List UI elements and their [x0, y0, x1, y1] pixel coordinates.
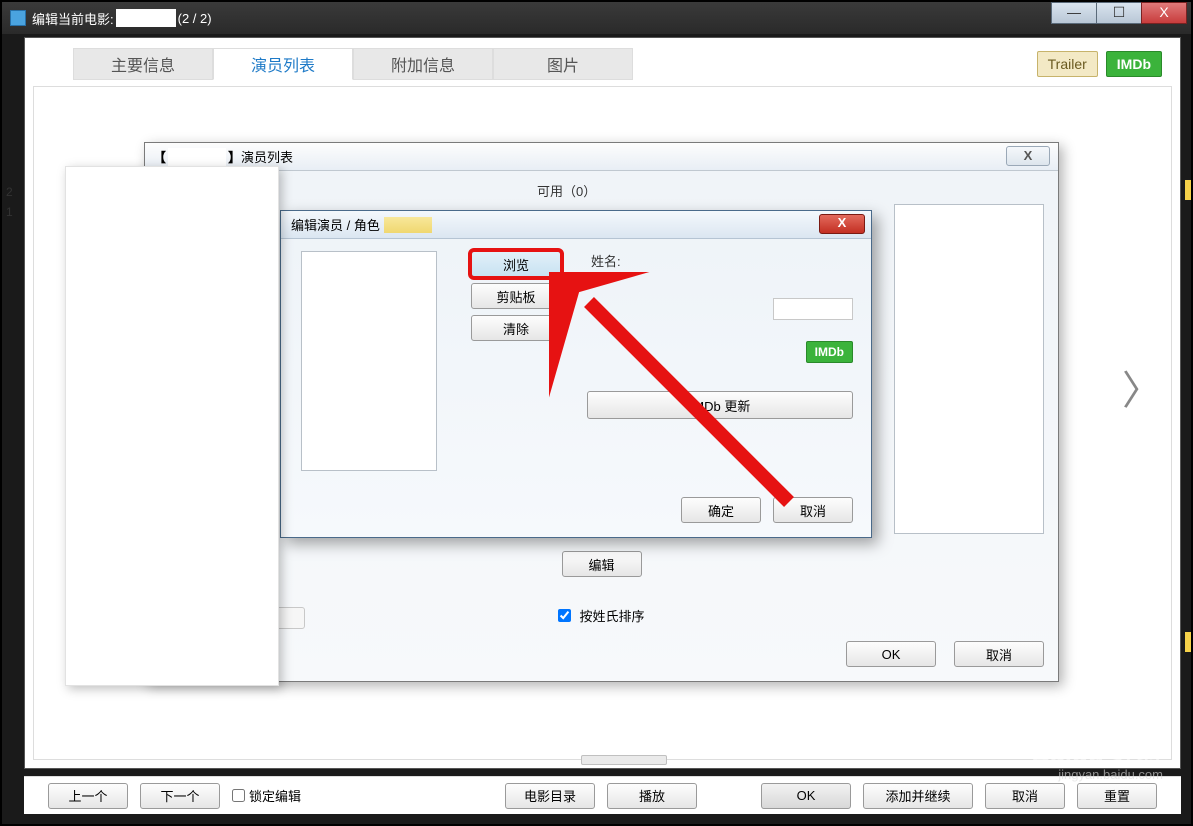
cast-dialog-title: 演员列表 [241, 147, 293, 166]
minimize-button[interactable]: — [1051, 2, 1097, 24]
floating-panel [65, 166, 279, 686]
next-button[interactable]: 下一个 [140, 783, 220, 809]
actor-dialog-close-icon[interactable]: X [819, 214, 865, 234]
actor-dialog-title-blank [384, 217, 432, 233]
next-arrow-icon[interactable]: 〉 [1122, 358, 1162, 416]
sort-by-surname-label: 按姓氏排序 [579, 606, 644, 625]
clipboard-button[interactable]: 剪贴板 [471, 283, 561, 309]
actor-imdb-button[interactable]: IMDb [806, 341, 853, 363]
close-button[interactable]: X [1141, 2, 1187, 24]
actor-dialog-titlebar: 编辑演员 / 角色 X [281, 211, 871, 239]
tab-extra-info[interactable]: 附加信息 [353, 48, 493, 80]
cast-dialog-titlebar: 【 】 演员列表 X [145, 143, 1058, 171]
trailer-button[interactable]: Trailer [1037, 51, 1098, 77]
maximize-button[interactable]: ☐ [1096, 2, 1142, 24]
resize-handle[interactable] [581, 755, 667, 765]
window-titlebar: 编辑当前电影: (2 / 2) — ☐ X [2, 2, 1191, 34]
bottom-ok-button[interactable]: OK [761, 783, 851, 809]
row-numbers: 2 1 [6, 182, 13, 222]
sort-by-surname-checkbox[interactable] [558, 609, 571, 622]
edit-actor-dialog: 编辑演员 / 角色 X 浏览 剪贴板 清除 姓名: IMDb IMDb 更新 确… [280, 210, 872, 538]
bottom-cancel-button[interactable]: 取消 [985, 783, 1065, 809]
available-header: 可用（0） [537, 181, 596, 200]
cast-dialog-close-icon[interactable]: X [1006, 146, 1050, 166]
bottom-toolbar: 上一个 下一个 锁定编辑 电影目录 播放 OK 添加并继续 取消 重置 [24, 776, 1181, 814]
tab-images[interactable]: 图片 [493, 48, 633, 80]
play-button[interactable]: 播放 [607, 783, 697, 809]
actor-dialog-title: 编辑演员 / 角色 [291, 215, 380, 234]
right-marker-top [1185, 180, 1191, 200]
cast-dialog-title-blank [168, 148, 226, 166]
available-list[interactable] [894, 204, 1044, 534]
browse-button[interactable]: 浏览 [471, 251, 561, 277]
catalog-button[interactable]: 电影目录 [505, 783, 595, 809]
prev-button[interactable]: 上一个 [48, 783, 128, 809]
actor-cancel-button[interactable]: 取消 [773, 497, 853, 523]
app-icon [10, 10, 26, 26]
imdb-update-button[interactable]: IMDb 更新 [587, 391, 853, 419]
actor-ok-button[interactable]: 确定 [681, 497, 761, 523]
window-title-blank [116, 9, 176, 27]
cast-ok-button[interactable]: OK [846, 641, 936, 667]
window-title-counter: (2 / 2) [178, 11, 212, 26]
tab-main-info[interactable]: 主要信息 [73, 48, 213, 80]
name-label: 姓名: [591, 251, 853, 270]
tab-cast-list[interactable]: 演员列表 [213, 48, 353, 80]
right-marker-bottom [1185, 632, 1191, 652]
clear-button[interactable]: 清除 [471, 315, 561, 341]
add-continue-button[interactable]: 添加并继续 [863, 783, 973, 809]
imdb-button[interactable]: IMDb [1106, 51, 1162, 77]
lock-edit-label: 锁定编辑 [249, 786, 301, 805]
cast-cancel-button[interactable]: 取消 [954, 641, 1044, 667]
actor-image-preview [301, 251, 437, 471]
window-title-prefix: 编辑当前电影: [32, 9, 114, 28]
name-input[interactable] [773, 298, 853, 320]
lock-edit-checkbox[interactable] [232, 789, 245, 802]
reset-button[interactable]: 重置 [1077, 783, 1157, 809]
edit-button[interactable]: 编辑 [562, 551, 642, 577]
